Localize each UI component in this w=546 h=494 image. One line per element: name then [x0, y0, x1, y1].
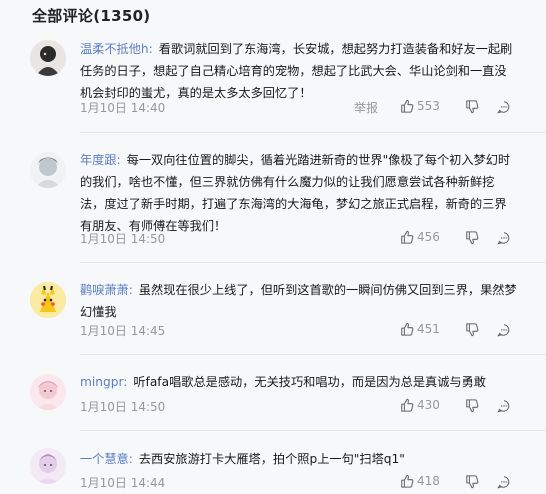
thumbs-down-icon	[466, 323, 479, 337]
comment-time: 1月10日 14:50	[80, 400, 166, 414]
reply-icon	[497, 101, 510, 114]
dislike-button[interactable]	[465, 399, 479, 416]
like-button[interactable]: 451	[400, 322, 440, 336]
divider	[80, 354, 546, 355]
comment-meta: 1月10日 14:50 456	[80, 230, 520, 248]
avatar[interactable]	[30, 152, 66, 188]
comment-text: 虽然现在很少上线了，但听到这首歌的一瞬间仿佛又回到三界，果然梦幻懂我	[80, 283, 517, 319]
like-count: 456	[417, 230, 440, 244]
comments-header: 全部评论(1350)	[32, 7, 151, 25]
comment-meta: 1月10日 14:44 418	[80, 474, 520, 492]
thumbs-up-icon	[401, 99, 414, 113]
dislike-button[interactable]	[465, 231, 479, 248]
reply-button[interactable]	[497, 100, 511, 117]
like-count: 553	[417, 99, 440, 113]
thumbs-up-icon	[401, 474, 414, 488]
comment-text: 每一双向往位置的脚尖，循着光踏进新奇的世界"像极了每个初入梦幻时的我们，啥也不懂…	[80, 153, 511, 233]
username-link[interactable]: 一个慧意:	[80, 452, 133, 466]
comment-body: 年度跟: 每一双向往位置的脚尖，循着光踏进新奇的世界"像极了每个初入梦幻时的我们，…	[80, 149, 518, 237]
thumbs-down-icon	[466, 100, 479, 114]
divider	[80, 262, 546, 263]
username-link[interactable]: 年度跟:	[80, 153, 121, 167]
avatar[interactable]	[30, 374, 66, 410]
reply-button[interactable]	[497, 323, 511, 340]
comment-body: 鹳唳萧萧: 虽然现在很少上线了，但听到这首歌的一瞬间仿佛又回到三界，果然梦幻懂我	[80, 279, 518, 323]
like-count: 430	[417, 398, 440, 412]
comment-section: 全部评论(1350) 温柔不抵他h: 看歌词就回到了东海湾，长安城，想起努力打造装…	[0, 0, 546, 494]
thumbs-up-icon	[401, 398, 414, 412]
reply-icon	[497, 400, 510, 413]
avatar[interactable]	[30, 282, 66, 318]
comment-text: 去西安旅游打卡大雁塔，拍个照p上一句"扫塔q1"	[138, 452, 405, 466]
avatar[interactable]	[30, 448, 66, 484]
comment-time: 1月10日 14:44	[80, 476, 166, 490]
avatar[interactable]	[30, 40, 66, 76]
comment-meta: 1月10日 14:40 举报 553	[80, 99, 520, 117]
like-count: 418	[417, 474, 440, 488]
username-link[interactable]: mingpr:	[80, 375, 127, 389]
thumbs-up-icon	[401, 322, 414, 336]
thumbs-up-icon	[401, 230, 414, 244]
comment-meta: 1月10日 14:45 451	[80, 322, 520, 340]
comment-body: 温柔不抵他h: 看歌词就回到了东海湾，长安城，想起努力打造装备和好友一起刷任务的日…	[80, 38, 518, 104]
like-button[interactable]: 553	[400, 99, 440, 113]
reply-button[interactable]	[497, 399, 511, 416]
comment-body: 一个慧意: 去西安旅游打卡大雁塔，拍个照p上一句"扫塔q1"	[80, 448, 518, 470]
thumbs-down-icon	[466, 231, 479, 245]
reply-button[interactable]	[497, 475, 511, 492]
reply-button[interactable]	[497, 231, 511, 248]
comment-time: 1月10日 14:50	[80, 232, 166, 246]
report-button[interactable]: 举报	[354, 99, 378, 116]
comment-meta: 1月10日 14:50 430	[80, 398, 520, 416]
dislike-button[interactable]	[465, 323, 479, 340]
reply-icon	[497, 476, 510, 489]
divider	[80, 430, 546, 431]
reply-icon	[497, 324, 510, 337]
reply-icon	[497, 232, 510, 245]
comment-time: 1月10日 14:45	[80, 324, 166, 338]
like-button[interactable]: 430	[400, 398, 440, 412]
thumbs-down-icon	[466, 399, 479, 413]
divider	[80, 132, 546, 133]
dislike-button[interactable]	[465, 475, 479, 492]
comment-text: 听fafa唱歌总是感动，无关技巧和唱功，而是因为总是真诚与勇敢	[133, 375, 486, 389]
thumbs-down-icon	[466, 475, 479, 489]
like-count: 451	[417, 322, 440, 336]
comment-time: 1月10日 14:40	[80, 101, 166, 115]
comment-body: mingpr: 听fafa唱歌总是感动，无关技巧和唱功，而是因为总是真诚与勇敢	[80, 371, 518, 393]
dislike-button[interactable]	[465, 100, 479, 117]
username-link[interactable]: 鹳唳萧萧:	[80, 283, 133, 297]
like-button[interactable]: 418	[400, 474, 440, 488]
like-button[interactable]: 456	[400, 230, 440, 244]
username-link[interactable]: 温柔不抵他h:	[80, 42, 153, 56]
